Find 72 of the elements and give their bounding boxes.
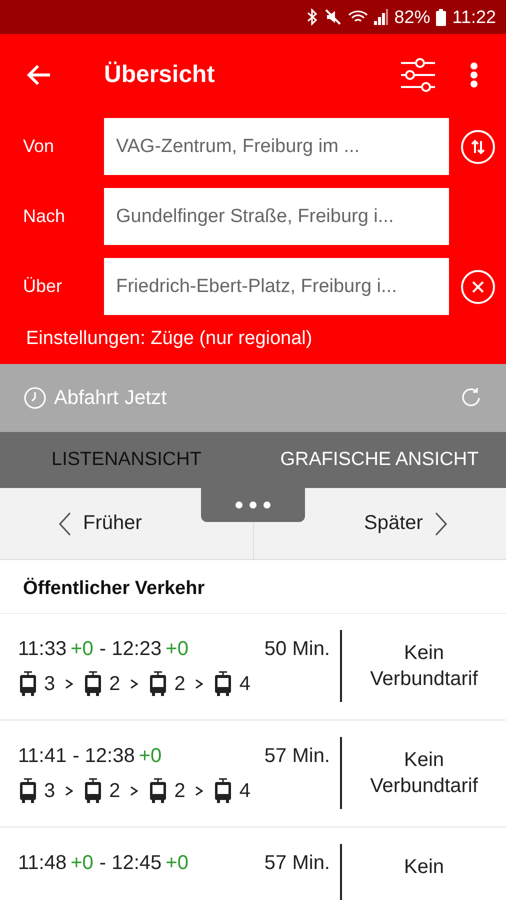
field-label: Von — [22, 136, 56, 157]
input-field[interactable]: Gundelfinger Straße, Freiburg i... — [104, 188, 449, 245]
chevron-left-icon — [59, 512, 72, 536]
close-icon — [471, 280, 485, 294]
tram-icon — [18, 671, 38, 697]
duration: 57 Min. — [264, 852, 330, 874]
later-button[interactable]: Später — [305, 488, 506, 559]
arrival-time: - 12:23 — [99, 638, 162, 660]
fare-info: Kein Verbundtarif — [369, 641, 479, 692]
battery-icon — [436, 8, 446, 26]
tram-icon — [83, 671, 104, 697]
settings-summary[interactable]: Einstellungen: Züge (nur regional) — [0, 328, 506, 350]
section-heading: Öffentlicher Verkehr — [0, 560, 506, 614]
connection-row[interactable]: 11:41 - 12:38 +0 57 Min. 3 2 2 4 Kein Verbundtarif — [0, 721, 506, 828]
departure-time: 11:41 — [18, 744, 67, 768]
line-number: 3 — [44, 672, 56, 696]
line-number: 3 — [44, 780, 56, 802]
screen-title: Übersicht — [104, 60, 216, 88]
mute-icon — [324, 8, 342, 26]
bluetooth-icon — [306, 8, 318, 26]
signal-icon — [374, 9, 388, 25]
chevron-right-icon — [195, 786, 204, 796]
tram-icon — [18, 778, 38, 804]
chevron-right-icon — [195, 679, 204, 689]
chevron-right-icon — [434, 512, 447, 536]
input-field[interactable]: VAG-Zentrum, Freiburg im ... — [104, 118, 449, 175]
earlier-button[interactable]: Früher — [0, 488, 201, 559]
duration: 50 Min. — [264, 638, 330, 660]
view-tab[interactable]: GRAFISCHE ANSICHT — [253, 432, 506, 488]
chevron-right-icon — [130, 679, 138, 689]
back-arrow-icon — [26, 64, 52, 86]
clear-button[interactable] — [461, 270, 495, 304]
fare-info: Kein — [402, 855, 446, 880]
chevron-right-icon — [65, 679, 74, 689]
chevron-right-icon — [130, 786, 138, 796]
tram-icon — [213, 778, 234, 804]
tram-icon — [213, 671, 234, 697]
arrival-time: - 12:45 — [99, 852, 162, 874]
arrival-time: - 12:38 — [72, 744, 135, 768]
delay: +0 — [138, 744, 162, 768]
departure-time: 11:48 — [18, 852, 67, 874]
connection-row[interactable]: 11:33 +0 - 12:23 +0 50 Min. 3 2 2 4 Kein Verbundtarif — [0, 614, 506, 721]
delay: +0 — [70, 638, 94, 660]
line-number: 4 — [239, 672, 250, 696]
line-number: 2 — [109, 672, 120, 696]
swap-button[interactable] — [461, 130, 495, 164]
refresh-icon[interactable] — [460, 387, 482, 409]
tram-icon — [148, 671, 168, 697]
connection-row[interactable]: 11:48 +0 - 12:45 +0 57 Min. Kein — [0, 828, 506, 900]
input-field[interactable]: Friedrich-Ebert-Platz, Freiburg i... — [104, 258, 449, 315]
departure-time: 11:33 — [18, 638, 67, 660]
clock: 11:22 — [452, 6, 496, 28]
view-tab[interactable]: LISTENANSICHT — [0, 432, 253, 488]
chevron-right-icon — [65, 786, 74, 796]
fare-info: Kein Verbundtarif — [369, 748, 479, 799]
delay: +0 — [166, 638, 188, 660]
line-number: 2 — [174, 780, 186, 802]
line-number: 4 — [239, 780, 250, 802]
delay: +0 — [166, 852, 188, 874]
line-number: 2 — [174, 672, 186, 696]
tram-icon — [148, 778, 168, 804]
field-label: Über — [22, 276, 64, 297]
field-label: Nach — [22, 206, 66, 227]
duration: 57 Min. — [264, 744, 330, 768]
drawer-handle[interactable] — [201, 488, 305, 522]
line-number: 2 — [109, 780, 120, 802]
clock-icon — [24, 387, 46, 409]
battery-level: 82% — [394, 6, 430, 28]
delay: +0 — [70, 852, 94, 874]
tram-icon — [83, 778, 104, 804]
more-icon — [470, 62, 478, 88]
swap-icon — [470, 138, 486, 154]
